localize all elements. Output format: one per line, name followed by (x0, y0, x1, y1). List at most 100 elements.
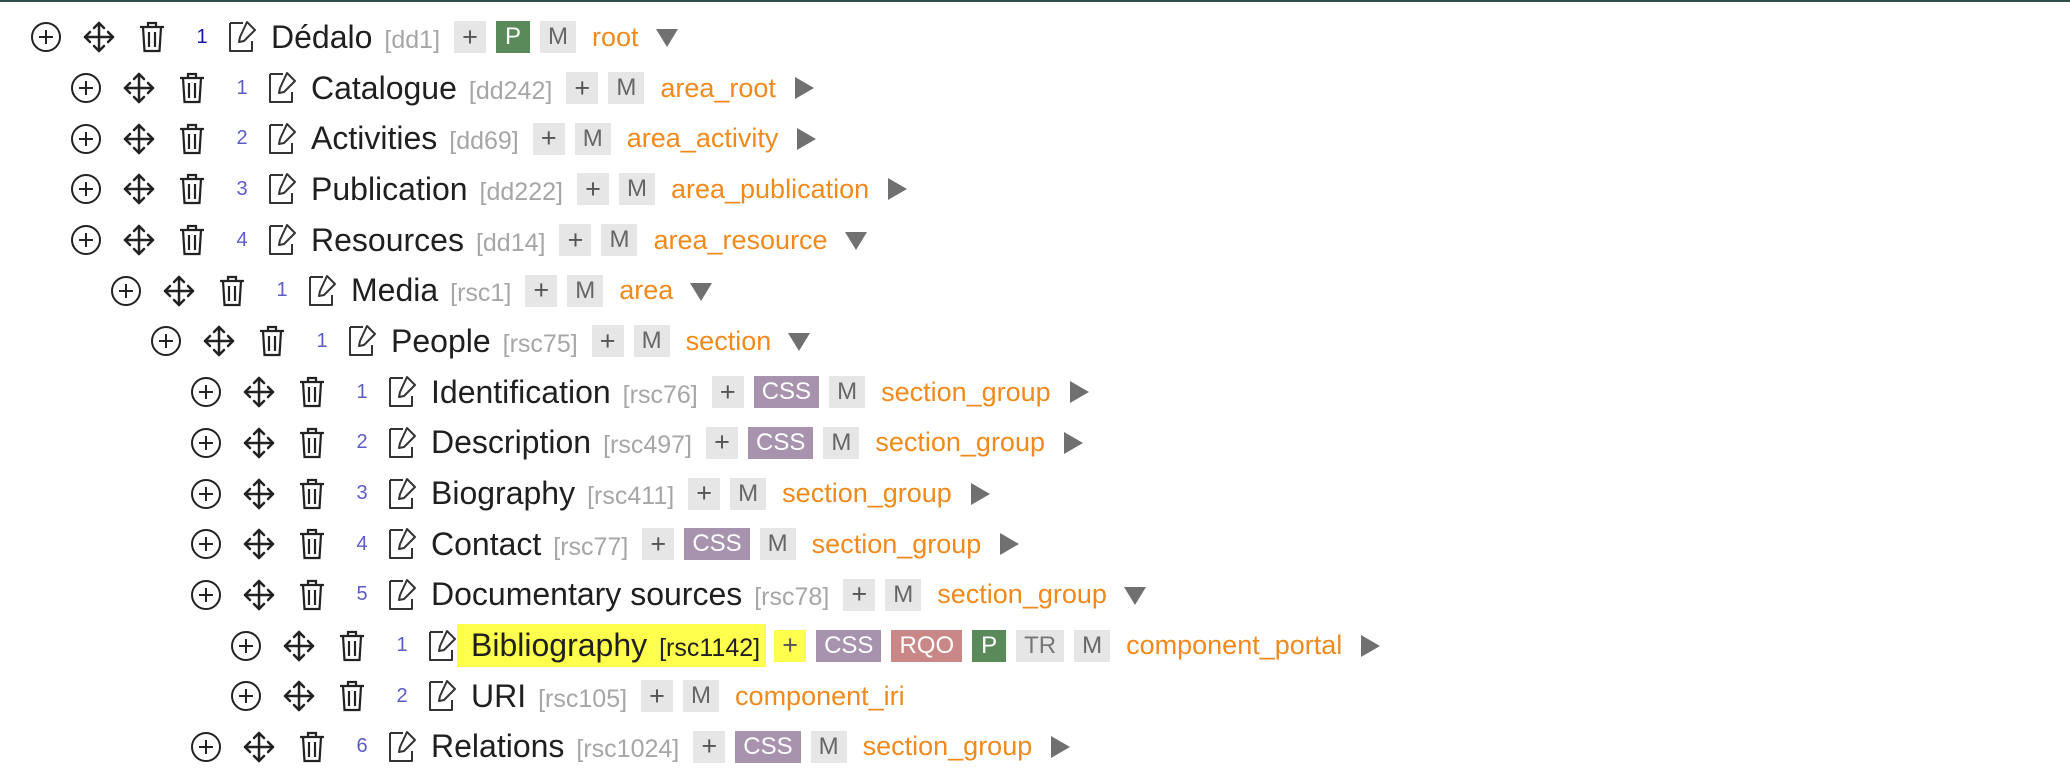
expand-arrow-icon[interactable] (995, 530, 1023, 558)
add-child-icon[interactable] (68, 171, 104, 207)
tag-m[interactable]: M (574, 122, 611, 155)
node-label[interactable]: Catalogue [dd242] (309, 67, 558, 110)
node-label[interactable]: Documentary sources [rsc78] (429, 573, 835, 616)
add-child-icon[interactable] (228, 678, 264, 714)
trash-icon[interactable] (334, 628, 370, 664)
tag-m[interactable]: M (759, 528, 796, 561)
node-label[interactable]: URI [rsc105] (469, 675, 633, 718)
add-child-icon[interactable] (188, 476, 224, 512)
model-name[interactable]: area_activity (627, 123, 779, 154)
edit-icon[interactable] (265, 70, 301, 106)
add-child-icon[interactable] (68, 121, 104, 157)
move-icon[interactable] (281, 678, 317, 714)
collapse-arrow-icon[interactable] (687, 277, 715, 305)
tag-m[interactable]: M (540, 21, 577, 54)
trash-icon[interactable] (214, 273, 250, 309)
tag-m[interactable]: M (618, 173, 655, 206)
add-child-icon[interactable] (188, 425, 224, 461)
model-name[interactable]: section_group (875, 427, 1045, 458)
model-name[interactable]: area (619, 275, 673, 306)
model-name[interactable]: root (592, 22, 639, 53)
collapse-arrow-icon[interactable] (1121, 581, 1149, 609)
collapse-arrow-icon[interactable] (842, 226, 870, 254)
edit-icon[interactable] (225, 19, 261, 55)
expand-arrow-icon[interactable] (1356, 632, 1384, 660)
edit-icon[interactable] (425, 678, 461, 714)
add-child-icon[interactable] (28, 19, 64, 55)
move-icon[interactable] (281, 628, 317, 664)
collapse-arrow-icon[interactable] (785, 327, 813, 355)
trash-icon[interactable] (294, 425, 330, 461)
tag-p[interactable]: P (496, 21, 531, 54)
edit-icon[interactable] (265, 171, 301, 207)
add-button[interactable]: + (774, 629, 807, 662)
node-label[interactable]: Identification [rsc76] (429, 371, 704, 414)
node-label[interactable]: Biography [rsc411] (429, 472, 680, 515)
expand-arrow-icon[interactable] (883, 175, 911, 203)
edit-icon[interactable] (305, 273, 341, 309)
add-button[interactable]: + (576, 173, 609, 206)
move-icon[interactable] (241, 577, 277, 613)
tag-css[interactable]: CSS (748, 426, 814, 459)
trash-icon[interactable] (174, 121, 210, 157)
tag-rqo[interactable]: RQO (891, 629, 963, 662)
node-label[interactable]: Contact [rsc77] (429, 523, 634, 566)
edit-icon[interactable] (385, 526, 421, 562)
add-child-icon[interactable] (188, 729, 224, 765)
node-label[interactable]: Resources [dd14] (309, 219, 551, 262)
trash-icon[interactable] (254, 323, 290, 359)
add-button[interactable]: + (843, 578, 876, 611)
add-child-icon[interactable] (68, 222, 104, 258)
tag-m[interactable]: M (1074, 629, 1111, 662)
model-name[interactable]: section_group (812, 529, 982, 560)
tag-m[interactable]: M (823, 426, 860, 459)
move-icon[interactable] (201, 323, 237, 359)
edit-icon[interactable] (385, 729, 421, 765)
node-label[interactable]: Relations [rsc1024] (429, 725, 685, 768)
expand-arrow-icon[interactable] (790, 74, 818, 102)
trash-icon[interactable] (294, 577, 330, 613)
add-child-icon[interactable] (108, 273, 144, 309)
tag-m[interactable]: M (567, 274, 604, 307)
model-name[interactable]: area_resource (653, 225, 827, 256)
edit-icon[interactable] (345, 323, 381, 359)
tag-m[interactable]: M (885, 578, 922, 611)
trash-icon[interactable] (134, 19, 170, 55)
tag-css[interactable]: CSS (684, 528, 750, 561)
add-button[interactable]: + (559, 224, 592, 257)
add-button[interactable]: + (532, 122, 565, 155)
node-label[interactable]: Media [rsc1] (349, 269, 517, 312)
add-child-icon[interactable] (68, 70, 104, 106)
add-child-icon[interactable] (188, 577, 224, 613)
edit-icon[interactable] (265, 222, 301, 258)
collapse-arrow-icon[interactable] (653, 23, 681, 51)
add-child-icon[interactable] (188, 374, 224, 410)
tag-css[interactable]: CSS (753, 376, 820, 409)
model-name[interactable]: section_group (881, 377, 1051, 408)
add-button[interactable]: + (711, 376, 744, 409)
add-button[interactable]: + (688, 477, 721, 510)
add-child-icon[interactable] (228, 628, 264, 664)
move-icon[interactable] (161, 273, 197, 309)
trash-icon[interactable] (294, 729, 330, 765)
tag-m[interactable]: M (683, 680, 720, 713)
trash-icon[interactable] (294, 476, 330, 512)
move-icon[interactable] (121, 70, 157, 106)
move-icon[interactable] (241, 476, 277, 512)
edit-icon[interactable] (385, 476, 421, 512)
add-button[interactable]: + (642, 528, 675, 561)
tag-css[interactable]: CSS (735, 730, 801, 763)
move-icon[interactable] (241, 729, 277, 765)
edit-icon[interactable] (385, 374, 421, 410)
move-icon[interactable] (241, 425, 277, 461)
add-button[interactable]: + (454, 21, 487, 54)
trash-icon[interactable] (334, 678, 370, 714)
tag-m[interactable]: M (601, 224, 638, 257)
add-button[interactable]: + (693, 730, 726, 763)
add-button[interactable]: + (525, 274, 558, 307)
tag-m[interactable]: M (608, 72, 645, 105)
move-icon[interactable] (241, 526, 277, 562)
edit-icon[interactable] (385, 577, 421, 613)
expand-arrow-icon[interactable] (966, 480, 994, 508)
tag-tr[interactable]: TR (1016, 629, 1065, 662)
